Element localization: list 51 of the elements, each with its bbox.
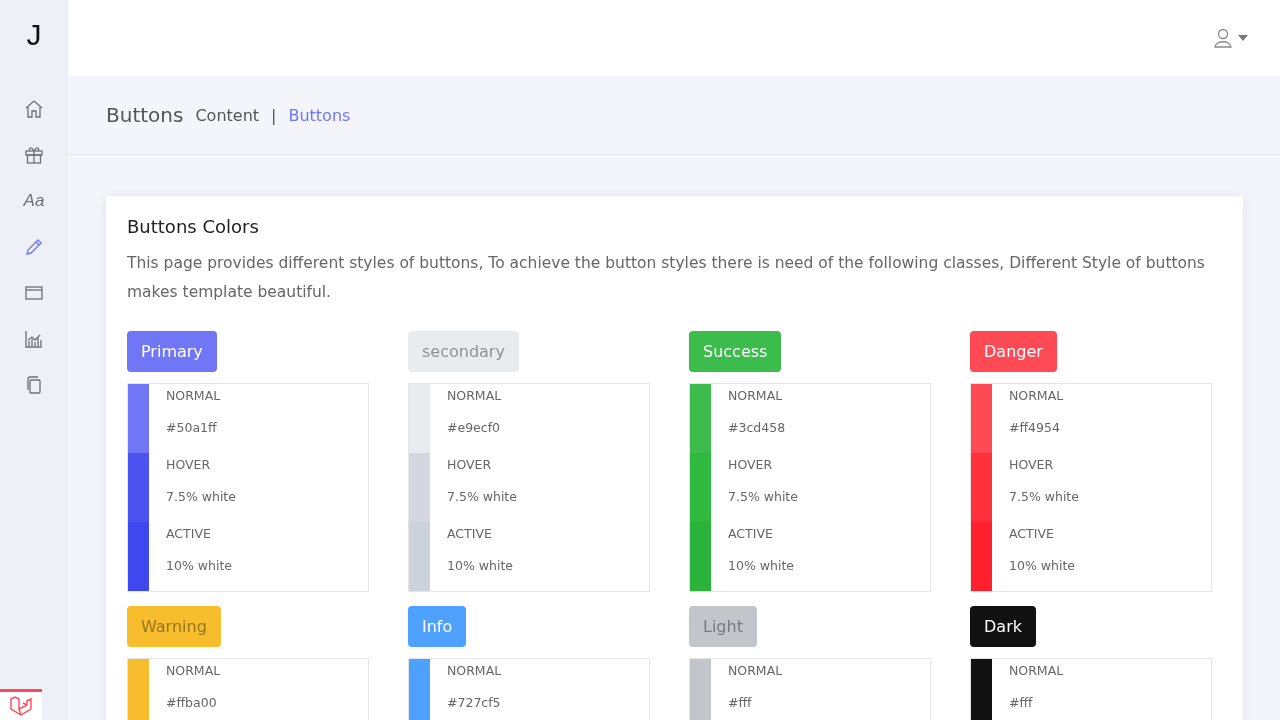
state-label: NORMAL <box>728 662 783 680</box>
typography-link[interactable]: Aa <box>21 188 47 214</box>
state-label: HOVER <box>166 456 212 474</box>
state-label: NORMAL <box>1009 662 1064 680</box>
state-label: NORMAL <box>166 387 221 405</box>
state-value: #fff <box>728 694 753 712</box>
state-label: HOVER <box>447 456 493 474</box>
color-button[interactable]: Success <box>689 331 782 372</box>
breadcrumb-separator: | <box>271 105 277 125</box>
state-value: 10% white <box>1009 557 1075 575</box>
state-value: #50a1ff <box>166 419 218 437</box>
state-label: NORMAL <box>728 387 784 405</box>
state-value: 7.5% white <box>447 488 517 506</box>
logo: J <box>26 18 42 53</box>
breadcrumb-link[interactable]: Content <box>195 105 260 125</box>
caret-icon[interactable] <box>1238 35 1248 41</box>
color-button[interactable]: secondary <box>408 331 519 372</box>
state-value: 10% white <box>447 557 513 575</box>
state-label: NORMAL <box>166 662 221 680</box>
state-value: 10% white <box>728 557 794 575</box>
state-label: HOVER <box>728 456 774 474</box>
state-value: 7.5% white <box>166 488 236 506</box>
breadcrumb-link[interactable]: Buttons <box>288 105 351 125</box>
state-label: ACTIVE <box>1009 525 1055 543</box>
state-value: #ff4954 <box>1009 419 1061 437</box>
state-value: 7.5% white <box>728 488 798 506</box>
color-button[interactable]: Primary <box>127 331 217 372</box>
color-button[interactable]: Info <box>408 606 467 647</box>
color-button[interactable]: Danger <box>970 331 1057 372</box>
state-label: ACTIVE <box>447 525 493 543</box>
state-value: #ffba00 <box>166 694 218 712</box>
state-label: NORMAL <box>447 387 502 405</box>
color-button[interactable]: Warning <box>127 606 221 647</box>
state-value: #fff <box>1009 694 1034 712</box>
user-menu[interactable] <box>1214 28 1248 48</box>
state-value: #727cf5 <box>447 694 502 712</box>
state-value: #3cd458 <box>728 419 786 437</box>
state-value: 7.5% white <box>1009 488 1079 506</box>
state-value: 10% white <box>166 557 232 575</box>
state-label: ACTIVE <box>728 525 774 543</box>
card-title: Buttons Colors <box>127 216 260 237</box>
state-label: HOVER <box>1009 456 1055 474</box>
color-button[interactable]: Dark <box>970 606 1036 647</box>
state-label: NORMAL <box>447 662 502 680</box>
card-description: This page provides different styles of buttons, To achieve the button styles there is need of the following classes, Different Style of buttons makes template beautiful. <box>127 253 1206 303</box>
state-label: NORMAL <box>1009 387 1064 405</box>
framework-logo-icon[interactable] <box>0 689 42 720</box>
state-value: #e9ecf0 <box>447 419 502 437</box>
page-title: Buttons <box>106 103 184 127</box>
state-label: ACTIVE <box>166 525 212 543</box>
color-button[interactable]: Light <box>689 606 757 647</box>
